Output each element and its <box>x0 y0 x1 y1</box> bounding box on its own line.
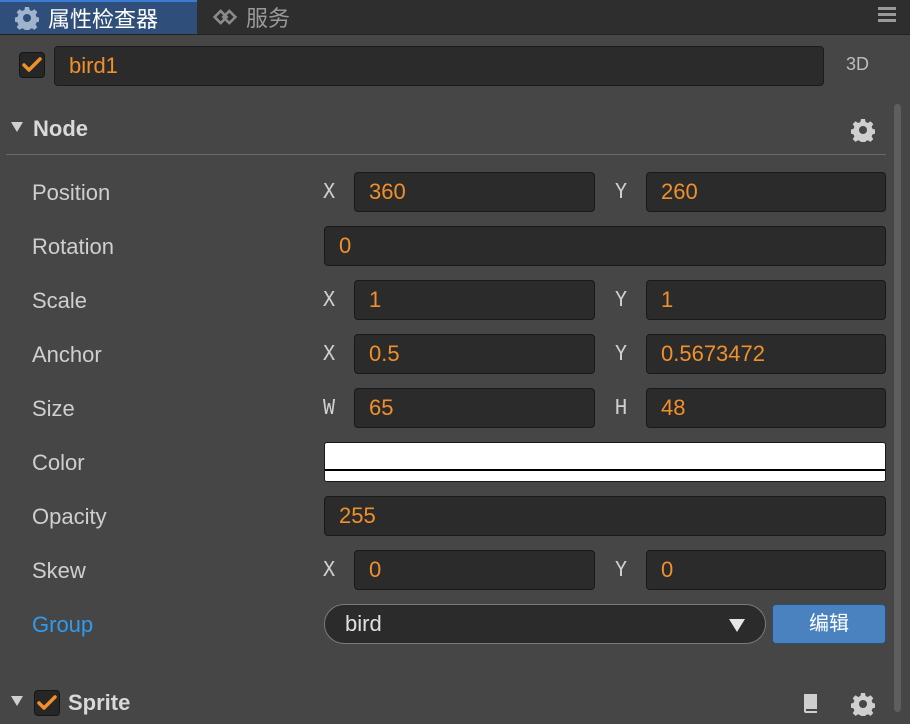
help-book-icon[interactable] <box>800 692 824 716</box>
node-section-header[interactable]: Node <box>6 110 886 150</box>
node-enabled-checkbox[interactable] <box>19 52 45 78</box>
skew-x-axis-label: X <box>323 557 336 581</box>
tab-inspector-label: 属性检查器 <box>48 7 159 32</box>
tab-services-label: 服务 <box>246 6 291 31</box>
position-label: Position <box>32 180 111 205</box>
anchor-y-axis-label: Y <box>615 341 628 365</box>
section-title: Node <box>33 116 88 141</box>
scale-x-axis-label: X <box>323 287 336 311</box>
anchor-x-input[interactable]: 0.5 <box>354 334 595 374</box>
edit-group-button[interactable]: 编辑 <box>772 604 886 644</box>
opacity-label: Opacity <box>32 504 107 529</box>
tab-inspector[interactable]: 属性检查器 <box>0 0 197 34</box>
rotation-label: Rotation <box>32 234 114 259</box>
services-icon <box>212 4 238 30</box>
position-y-axis-label: Y <box>615 179 628 203</box>
group-label-link[interactable]: Group <box>32 612 93 638</box>
skew-y-input[interactable]: 0 <box>646 550 886 590</box>
sprite-section-header[interactable] <box>6 684 886 724</box>
sprite-settings-gear-icon[interactable] <box>850 692 876 719</box>
position-y-input[interactable]: 260 <box>646 172 886 212</box>
skew-label: Skew <box>32 558 86 583</box>
group-select-value: bird <box>345 611 382 636</box>
sprite-enabled-checkbox[interactable] <box>34 690 60 716</box>
scale-y-input[interactable]: 1 <box>646 280 886 320</box>
color-picker-swatch[interactable] <box>324 442 886 482</box>
opacity-input[interactable]: 255 <box>324 496 886 536</box>
color-alpha-bar <box>325 469 885 481</box>
size-width-input[interactable]: 65 <box>354 388 595 428</box>
gear-icon <box>14 5 40 31</box>
section-divider <box>6 154 886 155</box>
tab-services[interactable]: 服务 <box>212 0 290 34</box>
group-select[interactable]: bird <box>324 604 766 644</box>
position-x-axis-label: X <box>323 179 336 203</box>
rotation-input[interactable]: 0 <box>324 226 886 266</box>
size-w-axis-label: W <box>323 395 336 419</box>
tab-bar: 属性检查器 服务 <box>0 0 910 35</box>
size-h-axis-label: H <box>615 395 628 419</box>
skew-x-input[interactable]: 0 <box>354 550 595 590</box>
3d-toggle-button[interactable]: 3D <box>846 54 869 75</box>
color-label: Color <box>32 450 85 475</box>
collapse-arrow-icon[interactable] <box>11 696 23 706</box>
size-height-input[interactable]: 48 <box>646 388 886 428</box>
skew-y-axis-label: Y <box>615 557 628 581</box>
size-label: Size <box>32 396 75 421</box>
collapse-arrow-icon[interactable] <box>11 122 23 132</box>
scale-x-input[interactable]: 1 <box>354 280 595 320</box>
scale-label: Scale <box>32 288 88 313</box>
checkmark-icon <box>37 695 57 710</box>
node-name-input[interactable]: bird1 <box>54 46 824 86</box>
scale-y-axis-label: Y <box>615 287 628 311</box>
panel-menu-icon[interactable] <box>876 4 898 26</box>
sprite-section-title: Sprite <box>68 690 131 715</box>
anchor-x-axis-label: X <box>323 341 336 365</box>
vertical-scrollbar[interactable] <box>894 104 901 712</box>
anchor-y-input[interactable]: 0.5673472 <box>646 334 886 374</box>
settings-gear-icon[interactable] <box>850 118 876 145</box>
position-x-input[interactable]: 360 <box>354 172 595 212</box>
anchor-label: Anchor <box>32 342 102 367</box>
dropdown-arrow-icon <box>729 619 745 632</box>
checkmark-icon <box>22 57 42 72</box>
